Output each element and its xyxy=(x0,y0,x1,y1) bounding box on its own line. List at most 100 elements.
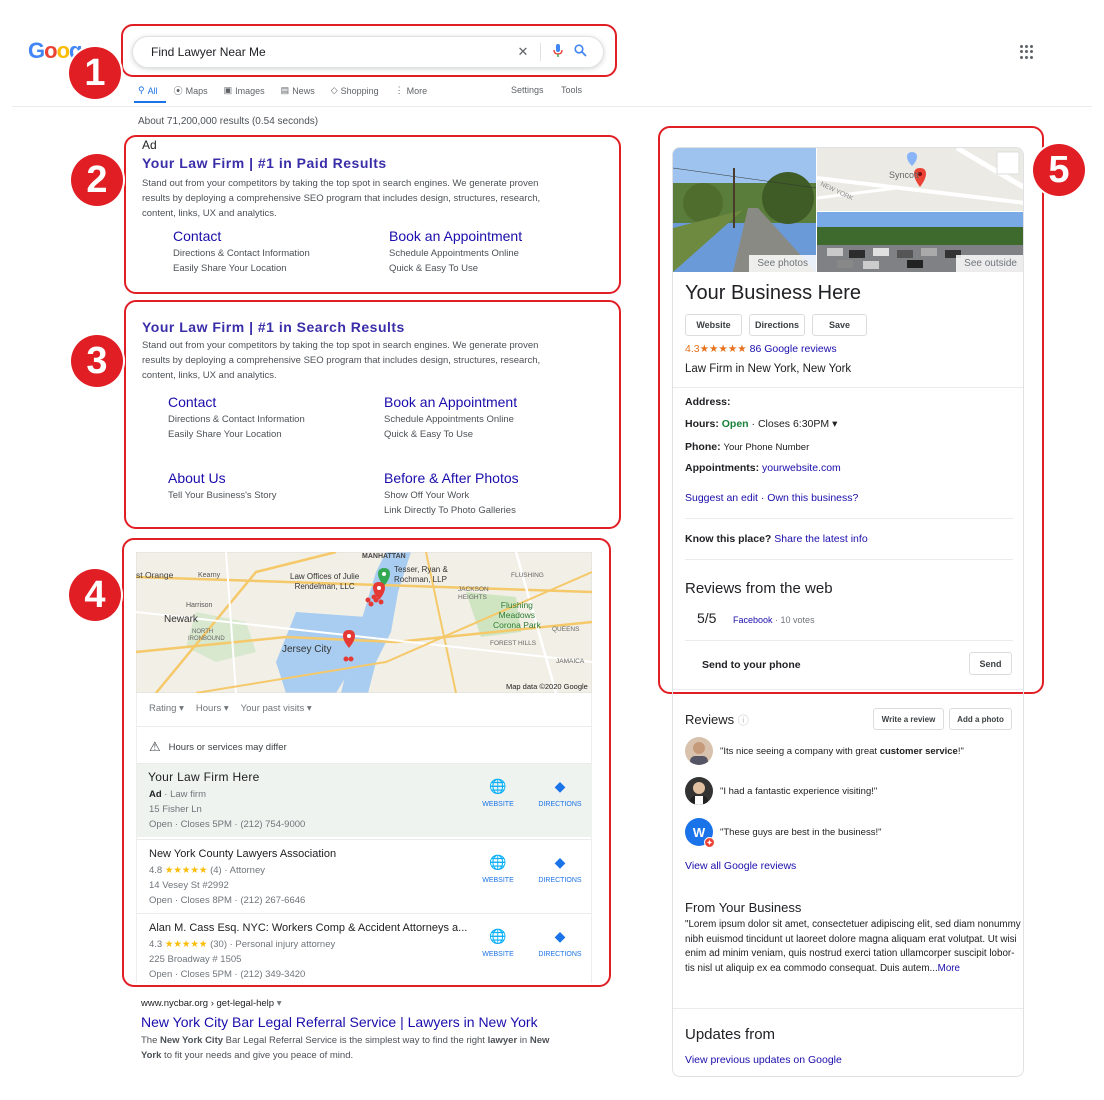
more-link[interactable]: More xyxy=(938,963,960,974)
review-snippet[interactable]: "I had a fantastic experience visiting!" xyxy=(720,786,877,797)
view-updates-link[interactable]: View previous updates on Google xyxy=(685,1054,842,1066)
badge-icon: ✦ xyxy=(704,837,715,848)
tab-all[interactable]: ⚲ All xyxy=(138,84,158,97)
organic-sitelink-book[interactable]: Book an Appointment Schedule Appointment… xyxy=(384,394,517,442)
website-button[interactable]: 🌐 WEBSITE xyxy=(473,778,523,808)
organic-title[interactable]: Your Law Firm | #1 in Search Results xyxy=(142,319,405,335)
tab-images[interactable]: ▣ Images xyxy=(224,84,265,97)
map-label: IRONBOUND xyxy=(188,636,225,642)
ad-sitelink-book[interactable]: Book an Appointment Schedule Appointment… xyxy=(389,228,522,276)
tag-icon: ◇ xyxy=(330,85,338,95)
filter-hours[interactable]: Hours ▾ xyxy=(196,703,229,714)
review-snippet[interactable]: "These guys are best in the business!" xyxy=(720,827,881,838)
panel-map[interactable]: Syncott NEW YORK xyxy=(817,148,1023,211)
filter-rating[interactable]: Rating ▾ xyxy=(149,703,184,714)
map-label: Newark xyxy=(164,614,198,625)
local-listing[interactable]: Alan M. Cass Esq. NYC: Workers Comp & Ac… xyxy=(137,914,592,984)
globe-icon: 🌐 xyxy=(489,778,507,794)
search-icon: ⚲ xyxy=(138,85,145,95)
organic-sitelink-about[interactable]: About Us Tell Your Business's Story xyxy=(168,470,276,503)
address-label: Address: xyxy=(685,396,731,408)
web-review-score: 5/5 xyxy=(697,610,717,626)
organic-sitelink-photos[interactable]: Before & After Photos Show Off Your Work… xyxy=(384,470,519,518)
result-title[interactable]: New York City Bar Legal Referral Service… xyxy=(141,1014,538,1030)
chevron-down-icon: ▾ xyxy=(832,418,838,430)
organic-description: Stand out from your competitors by takin… xyxy=(142,340,541,381)
settings-link[interactable]: Settings xyxy=(511,85,544,95)
website-button[interactable]: 🌐 WEBSITE xyxy=(473,854,523,884)
website-button[interactable]: 🌐 WEBSITE xyxy=(473,928,523,958)
save-button[interactable]: Save xyxy=(812,314,867,336)
reviews-link[interactable]: 86 Google reviews xyxy=(750,343,837,355)
local-listing[interactable]: New York County Lawyers Association 4.8 … xyxy=(137,840,592,913)
map-label: st Orange xyxy=(136,570,174,580)
web-review-source: Facebook · 10 votes xyxy=(733,615,815,625)
tools-link[interactable]: Tools xyxy=(561,85,582,95)
view-all-reviews-link[interactable]: View all Google reviews xyxy=(685,860,796,872)
map-label: FOREST HILLS xyxy=(490,640,537,647)
local-map[interactable]: MANHATTAN st Orange Kearny Harrison Newa… xyxy=(136,552,592,693)
local-listing-ad[interactable]: Your Law Firm Here Ad · Law firm 15 Fish… xyxy=(137,764,592,837)
send-button[interactable]: Send xyxy=(969,652,1012,675)
map-label: MANHATTAN xyxy=(362,553,406,560)
search-tabs: ⚲ All ⦿ Maps ▣ Images ▤ News ◇ Shopping ⋮ More xyxy=(138,84,443,97)
tab-news[interactable]: ▤ News xyxy=(281,84,315,97)
knowledge-panel: See photos Syncott NEW YORK See outside … xyxy=(672,147,1024,1077)
filter-past-visits[interactable]: Your past visits ▾ xyxy=(241,703,312,714)
from-business-text: "Lorem ipsum dolor sit amet, consectetue… xyxy=(685,919,1021,974)
divider xyxy=(685,640,1013,641)
logo-letter: o xyxy=(56,38,70,63)
logo-letter: o xyxy=(44,38,57,63)
logo-letter: G xyxy=(28,38,45,63)
add-photo-button[interactable]: Add a photo xyxy=(949,708,1012,730)
map-label: Law Offices of Julie Rendelman, LLC xyxy=(290,572,360,591)
ad-label: Ad xyxy=(142,138,157,152)
directions-icon: ◆ xyxy=(554,854,566,870)
avatar xyxy=(685,737,713,765)
map-label: Jersey City xyxy=(282,644,332,655)
web-reviews-title: Reviews from the web xyxy=(685,580,833,597)
tab-maps[interactable]: ⦿ Maps xyxy=(174,84,208,97)
directions-button[interactable]: ◆ DIRECTIONS xyxy=(535,854,585,884)
organic-sitelink-contact[interactable]: Contact Directions & Contact Information… xyxy=(168,394,305,442)
rating-row: 4.3★★★★★ 86 Google reviews xyxy=(685,343,837,355)
avatar xyxy=(685,777,713,805)
map-label: Syncott xyxy=(889,170,920,180)
map-label: Harrison xyxy=(186,602,213,609)
map-label: Tesser, Ryan & Rochman, LLP xyxy=(394,565,448,584)
write-review-button[interactable]: Write a review xyxy=(873,708,944,730)
appointments-link[interactable]: yourwebsite.com xyxy=(762,462,841,474)
directions-button[interactable]: Directions xyxy=(749,314,805,336)
result-description: The New York City Bar Legal Referral Ser… xyxy=(141,1035,550,1061)
map-pin-icon: ⦿ xyxy=(173,86,183,96)
divider xyxy=(673,1008,1023,1009)
annotation-badge-1: 1 xyxy=(69,47,121,99)
tab-more[interactable]: ⋮ More xyxy=(395,84,428,97)
see-outside-button[interactable]: See outside xyxy=(956,255,1023,272)
appointments-row: Appointments: yourwebsite.com xyxy=(685,462,841,474)
outside-photo[interactable]: See outside xyxy=(817,212,1023,272)
see-photos-button[interactable]: See photos xyxy=(749,255,816,272)
avatar: W ✦ xyxy=(685,818,715,848)
globe-icon: 🌐 xyxy=(489,928,507,944)
ad-sitelink-contact[interactable]: Contact Directions & Contact Information… xyxy=(173,228,310,276)
apps-grid-icon[interactable] xyxy=(1020,45,1034,59)
share-info-link[interactable]: Share the latest info xyxy=(774,533,867,545)
tab-shopping[interactable]: ◇ Shopping xyxy=(331,84,379,97)
ad-title[interactable]: Your Law Firm | #1 in Paid Results xyxy=(142,155,387,171)
directions-button[interactable]: ◆ DIRECTIONS xyxy=(535,928,585,958)
website-button[interactable]: Website xyxy=(685,314,742,336)
result-url[interactable]: www.nycbar.org › get-legal-help ▾ xyxy=(141,998,282,1009)
star-rating: ★★★★★ xyxy=(699,343,747,355)
more-icon: ⋮ xyxy=(394,85,404,95)
map-label: Flushing Meadows Corona Park xyxy=(493,600,541,630)
street-photo[interactable]: See photos xyxy=(673,148,816,272)
hours-row[interactable]: Hours: Open · Closes 6:30PM ▾ xyxy=(685,418,837,430)
divider xyxy=(685,518,1013,519)
directions-icon: ◆ xyxy=(554,778,566,794)
directions-button[interactable]: ◆ DIRECTIONS xyxy=(535,778,585,808)
hours-warning: ⚠ Hours or services may differ xyxy=(149,739,287,754)
suggest-edit-link[interactable]: Suggest an edit · Own this business? xyxy=(685,492,858,504)
map-label: JACKSON HEIGHTS xyxy=(458,586,489,601)
review-snippet[interactable]: "Its nice seeing a company with great cu… xyxy=(720,746,964,757)
